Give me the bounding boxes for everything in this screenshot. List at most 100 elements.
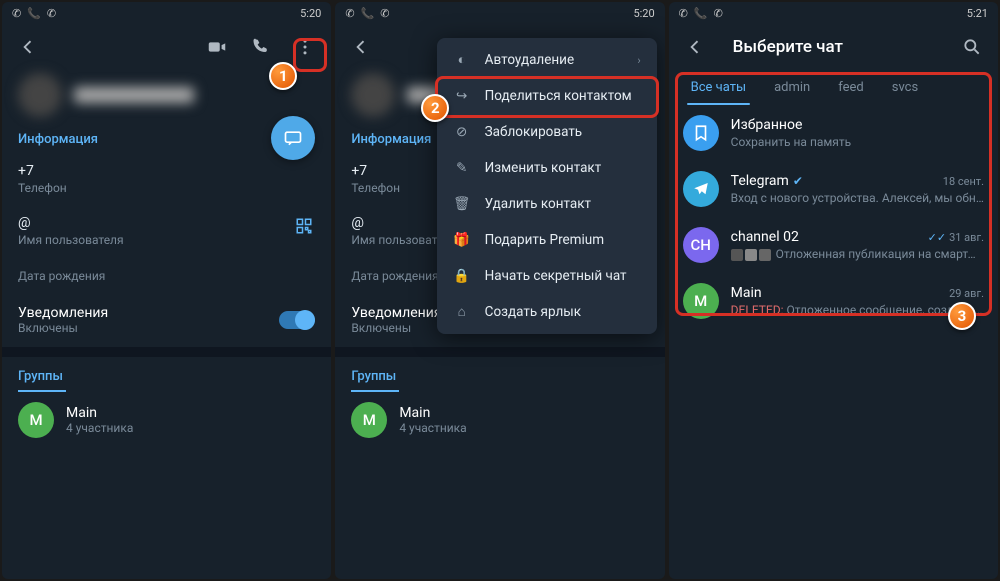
chat-channel-02[interactable]: CH channel 02 ✓✓31 авг. Отложенная публи… — [669, 217, 998, 273]
menu-label: Заблокировать — [485, 124, 582, 140]
chat-name: Main — [731, 285, 762, 301]
call-button[interactable] — [243, 29, 279, 65]
chat-name: Telegram — [731, 173, 789, 189]
chat-name: Избранное — [731, 117, 803, 133]
media-thumb — [759, 249, 771, 261]
username-label: Имя пользователя — [18, 233, 315, 247]
back-button[interactable] — [677, 29, 713, 65]
chat-preview: Отложенная публикация на смартфо... — [731, 247, 984, 261]
menu-gift-premium[interactable]: 🎁 Подарить Premium — [437, 222, 657, 258]
chat-name: channel 02 — [731, 229, 799, 245]
chat-date: 29 авг. — [949, 287, 984, 300]
group-members: 4 участника — [399, 421, 466, 435]
qr-icon[interactable] — [295, 217, 313, 235]
group-avatar: M — [351, 402, 387, 438]
menu-shortcut[interactable]: ⌂ Создать ярлык — [437, 294, 657, 330]
notifications-row[interactable]: Уведомления Включены — [2, 293, 331, 347]
chat-preview: DELETED: Отложенное сообщение, созданное… — [731, 303, 984, 317]
tab-svcs[interactable]: svcs — [878, 70, 932, 105]
username-row[interactable]: @ Имя пользователя — [2, 205, 331, 257]
bookmark-icon — [683, 115, 719, 151]
trash-icon: 🗑 — [453, 196, 471, 212]
phone-icon: 📞 — [27, 7, 41, 20]
screenshot-1: ✆ 📞 ✆ 5:20 1 Информация +7 Телефон — [2, 2, 331, 579]
back-button[interactable] — [10, 29, 46, 65]
read-icon: ✓✓ — [928, 231, 946, 244]
menu-label: Автоудаление — [485, 52, 574, 68]
menu-label: Подарить Premium — [485, 232, 604, 248]
birthday-label: Дата рождения — [18, 269, 315, 283]
tab-admin[interactable]: admin — [760, 70, 824, 105]
verified-icon: ✔ — [793, 174, 803, 188]
notif-toggle[interactable] — [279, 311, 315, 329]
clock: 5:20 — [300, 7, 321, 20]
tab-feed[interactable]: feed — [824, 70, 878, 105]
lock-icon: 🔒 — [453, 268, 471, 284]
screenshot-2: ✆ 📞 ✆ 5:20 Информация +7 Телефон @ Имя п… — [335, 2, 664, 579]
media-thumb — [745, 249, 757, 261]
chat-saved-messages[interactable]: Избранное Сохранить на память — [669, 105, 998, 161]
group-item[interactable]: M Main 4 участника — [335, 392, 664, 448]
message-fab[interactable] — [271, 116, 315, 160]
phone-label: Телефон — [18, 181, 315, 195]
birthday-row[interactable]: Дата рождения — [2, 257, 331, 293]
share-icon: ↪ — [453, 88, 471, 104]
pencil-icon: ✎ — [453, 160, 471, 176]
menu-edit-contact[interactable]: ✎ Изменить контакт — [437, 150, 657, 186]
group-avatar: M — [18, 402, 54, 438]
block-icon: ⊘ — [453, 124, 471, 140]
menu-share-contact[interactable]: ↪ Поделиться контактом — [437, 78, 657, 114]
menu-label: Изменить контакт — [485, 160, 602, 176]
chat-preview: Вход с нового устройства. Алексей, мы об… — [731, 191, 984, 205]
status-bar: ✆ 📞 ✆ 5:20 — [335, 2, 664, 24]
chat-avatar: M — [683, 283, 719, 319]
search-button[interactable] — [954, 29, 990, 65]
group-name: Main — [66, 405, 133, 421]
profile-name — [74, 87, 194, 103]
back-button[interactable] — [343, 29, 379, 65]
whatsapp-icon: ✆ — [12, 7, 21, 20]
chat-avatar: CH — [683, 227, 719, 263]
chat-telegram[interactable]: Telegram ✔ 18 сент. Вход с нового устрой… — [669, 161, 998, 217]
top-bar: Выберите чат — [669, 24, 998, 70]
groups-header: Группы — [2, 357, 331, 390]
menu-delete-contact[interactable]: 🗑 Удалить контакт — [437, 186, 657, 222]
viber-icon: ✆ — [47, 7, 56, 20]
media-thumb — [731, 249, 743, 261]
menu-label: Удалить контакт — [485, 196, 591, 212]
groups-header: Группы — [335, 357, 664, 390]
group-item[interactable]: M Main 4 участника — [2, 392, 331, 448]
divider — [335, 347, 664, 357]
menu-block[interactable]: ⊘ Заблокировать — [437, 114, 657, 150]
username-value: @ — [18, 215, 315, 231]
group-name: Main — [399, 405, 466, 421]
tab-all-chats[interactable]: Все чаты — [677, 70, 760, 105]
home-icon: ⌂ — [453, 304, 471, 320]
notif-state: Включены — [18, 321, 279, 335]
whatsapp-icon: ✆ — [679, 7, 688, 20]
phone-row[interactable]: +7 Телефон — [2, 153, 331, 205]
viber-icon: ✆ — [714, 7, 723, 20]
chat-preview: Сохранить на память — [731, 135, 984, 149]
menu-autodelete[interactable]: ◐ Автоудаление › — [437, 42, 657, 78]
viber-icon: ✆ — [380, 7, 389, 20]
phone-icon: 📞 — [694, 7, 708, 20]
timer-icon: ◐ — [453, 52, 471, 68]
screenshot-3: ✆ 📞 ✆ 5:21 Выберите чат Все чаты admin f… — [669, 2, 998, 579]
chat-date: 18 сент. — [943, 175, 984, 188]
group-members: 4 участника — [66, 421, 133, 435]
telegram-icon — [683, 171, 719, 207]
callout-3-badge: 3 — [948, 302, 976, 330]
gift-icon: 🎁 — [453, 232, 471, 248]
chevron-right-icon: › — [637, 54, 640, 67]
menu-secret-chat[interactable]: 🔒 Начать секретный чат — [437, 258, 657, 294]
clock: 5:21 — [967, 7, 988, 20]
folder-tabs: Все чаты admin feed svcs — [669, 70, 998, 105]
divider — [2, 347, 331, 357]
context-menu: ◐ Автоудаление › ↪ Поделиться контактом … — [437, 38, 657, 334]
menu-label: Создать ярлык — [485, 304, 581, 320]
notif-label: Уведомления — [18, 305, 279, 321]
video-call-button[interactable] — [199, 29, 235, 65]
phone-icon: 📞 — [361, 7, 375, 20]
more-options-button[interactable] — [287, 29, 323, 65]
